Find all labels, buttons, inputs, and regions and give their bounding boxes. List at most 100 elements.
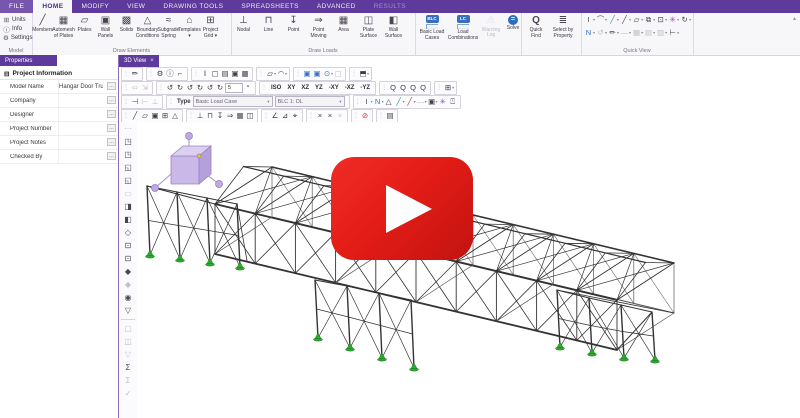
draw-grid-icon[interactable]: ⊞	[160, 110, 170, 121]
close-icon[interactable]: ×	[150, 58, 154, 64]
project-information-header[interactable]: ⊟ Project Information	[0, 68, 118, 80]
quick-find-button[interactable]: Q Quick Find	[525, 13, 547, 40]
zoom-out-icon[interactable]: Q	[398, 82, 408, 93]
property-value[interactable]	[58, 150, 103, 163]
window-cascade-icon[interactable]: ▣	[312, 68, 322, 79]
grip-icon[interactable]: ⋮	[263, 112, 269, 119]
grip-icon[interactable]: ⋮	[258, 70, 264, 77]
pan-drag-icon[interactable]: ⇲	[140, 82, 150, 93]
arc-icon[interactable]: ⌒	[596, 14, 605, 25]
rotate-z-ccw-icon[interactable]: ↺	[205, 82, 215, 93]
view-neg-xy-button[interactable]: -XY	[326, 85, 342, 91]
render-solid-icon[interactable]: ▣	[230, 68, 240, 79]
line-button[interactable]: ⊓Line	[256, 13, 281, 34]
render-icon[interactable]: ✳	[668, 15, 677, 24]
strip-handle-icon[interactable]: ⋯	[119, 122, 137, 135]
grip-icon[interactable]: ⋮	[123, 84, 129, 91]
draw-toggle-icon[interactable]: ✏	[130, 68, 140, 79]
ellipsis-button[interactable]: …	[107, 124, 116, 132]
labels-icon[interactable]: I	[584, 15, 593, 24]
rotate-y-cw-icon[interactable]: ↻	[195, 82, 205, 93]
view-yz-button[interactable]: YZ	[312, 85, 326, 91]
render-full-icon[interactable]: ▦	[240, 68, 250, 79]
show-area-loads-icon[interactable]: ⊥	[150, 96, 160, 107]
property-value[interactable]: Hangar Door Truss	[58, 80, 103, 93]
delete-all-icon[interactable]: ×	[335, 110, 345, 121]
project-grid-button[interactable]: ⊞Project Grid ▾	[200, 13, 221, 40]
apply-area-load-icon[interactable]: ▦	[235, 110, 245, 121]
grip-icon[interactable]: ⋮	[378, 112, 384, 119]
property-value[interactable]	[58, 136, 103, 149]
apply-line-load-icon[interactable]: ⊓	[205, 110, 215, 121]
ellipsis-button[interactable]: …	[107, 152, 116, 160]
snap-point-icon[interactable]: ⌖	[290, 110, 300, 121]
grip-icon[interactable]: ⋮	[123, 112, 129, 119]
solids-button[interactable]: ▩Solids	[116, 13, 137, 34]
apply-surface-load-icon[interactable]: ◫	[245, 110, 255, 121]
rotate-y-ccw-icon[interactable]: ↺	[185, 82, 195, 93]
rotate-z-cw-icon[interactable]: ↻	[215, 82, 225, 93]
members-button[interactable]: ╱Members	[32, 13, 53, 34]
box-unselect-icon[interactable]: ◱	[119, 174, 137, 187]
ellipsis-button[interactable]: …	[107, 82, 116, 90]
view-neg-yz-button[interactable]: -YZ	[357, 85, 373, 91]
grip-icon[interactable]: ⋮	[295, 70, 301, 77]
window-tile-icon[interactable]: ▣	[302, 68, 312, 79]
nodal-button[interactable]: ⊥Nodal	[231, 13, 256, 34]
grip-icon[interactable]: ⋮	[351, 70, 357, 77]
model-item-settings[interactable]: ⚙Settings	[0, 33, 32, 42]
solid-view-icon[interactable]: ⊡	[656, 15, 665, 24]
saved-selection-icon[interactable]: ▢	[119, 322, 137, 335]
annotate-icon[interactable]: ✏	[608, 28, 617, 37]
filter-2-icon[interactable]: ▽	[119, 348, 137, 361]
grip-icon[interactable]: ⋮	[308, 112, 314, 119]
point-moving-button[interactable]: ⇒Point Moving	[306, 13, 331, 40]
undo-view-icon[interactable]: ↺	[596, 28, 605, 37]
grip-icon[interactable]: ⋮	[168, 98, 174, 105]
navigation-cube[interactable]	[152, 133, 223, 192]
rotate-x-ccw-icon[interactable]: ↺	[165, 82, 175, 93]
view-xz-button[interactable]: XZ	[298, 85, 312, 91]
tab-spreadsheets[interactable]: SPREADSHEETS	[232, 0, 308, 13]
plate-surface-button[interactable]: ◫Plate Surface	[356, 13, 381, 40]
criteria-select-icon[interactable]: ⊡	[119, 239, 137, 252]
draw-plate-icon[interactable]: ▱	[140, 110, 150, 121]
tab-file[interactable]: FILE	[0, 0, 33, 13]
grip-icon[interactable]: ⋮	[148, 70, 154, 77]
zoom-window-icon[interactable]: Q	[408, 82, 418, 93]
select-by-property-button[interactable]: ≣ Select by Property	[550, 13, 576, 40]
delete-icon[interactable]: ×	[315, 110, 325, 121]
results-check-icon[interactable]: ✓	[119, 387, 137, 400]
basic-load-cases-button[interactable]: BLC Basic Load Cases	[419, 13, 445, 42]
view-settings-icon[interactable]: ⚙	[155, 68, 165, 79]
axes-icon[interactable]: ⌐	[175, 68, 185, 79]
contour-icon[interactable]: ▥	[656, 28, 665, 37]
line-select-icon[interactable]: ◨	[119, 200, 137, 213]
warning-log-button[interactable]: ⚠ Warning Log	[481, 13, 501, 39]
line-unselect-icon[interactable]: ◧	[119, 213, 137, 226]
boundary-display-icon[interactable]: △	[384, 96, 394, 107]
show-loads-icon[interactable]: ⊣	[130, 96, 140, 107]
member-color-icon[interactable]: ╱	[620, 15, 629, 24]
grip-icon[interactable]: ⋮	[436, 84, 442, 91]
delete-loads-icon[interactable]: ×	[325, 110, 335, 121]
templates-button[interactable]: ⌂Templates ▾	[179, 13, 200, 40]
tab-modify[interactable]: MODIFY	[72, 0, 118, 13]
tab-results[interactable]: RESULTS	[365, 0, 415, 13]
rotate-angle-input[interactable]: 5	[225, 83, 243, 93]
grip-icon[interactable]: ⋮	[353, 112, 359, 119]
wall-surface-button[interactable]: ◧Wall Surface	[381, 13, 406, 40]
grip-icon[interactable]: ⋮	[381, 84, 387, 91]
property-value[interactable]	[58, 122, 103, 135]
line-style-icon[interactable]: —	[620, 28, 629, 37]
sum-icon[interactable]: Σ	[119, 361, 137, 374]
property-value[interactable]	[58, 108, 103, 121]
wall-panels-button[interactable]: ▣Wall Panels	[95, 13, 116, 40]
collapse-section-icon[interactable]: ⊟	[4, 70, 9, 78]
spreadsheet-icon[interactable]: ▤	[385, 110, 395, 121]
tab-drawing-tools[interactable]: DRAWING TOOLS	[154, 0, 232, 13]
tab-view[interactable]: VIEW	[118, 0, 154, 13]
panel-view-icon[interactable]: ⧉	[644, 15, 653, 25]
display-toggle-icon[interactable]: ◉	[119, 291, 137, 304]
line-display-icon[interactable]: —	[416, 96, 426, 107]
